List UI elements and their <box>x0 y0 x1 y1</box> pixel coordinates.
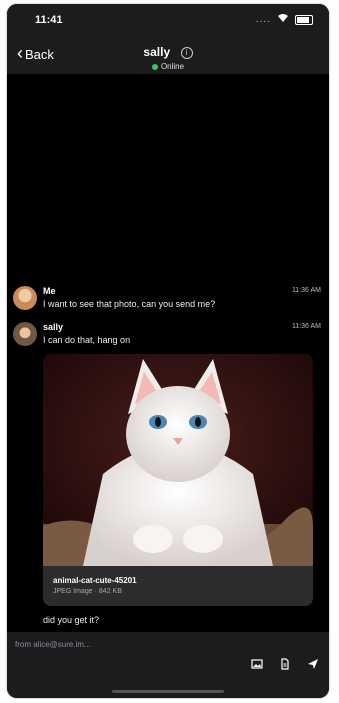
home-indicator <box>112 690 224 693</box>
composer-actions <box>251 658 319 670</box>
avatar <box>13 322 37 346</box>
message-time: 11:36 AM <box>291 323 321 330</box>
status-time: 11:41 <box>35 14 63 26</box>
document-icon[interactable] <box>279 658 291 670</box>
message-text: did you get it? <box>43 615 100 625</box>
avatar <box>13 286 37 310</box>
battery-icon <box>295 14 313 25</box>
wifi-icon <box>277 13 289 26</box>
message-input[interactable]: from alice@sure.im... <box>15 640 91 649</box>
signal-icon: .... <box>255 14 271 25</box>
image-attachment[interactable]: animal-cat-cute-45201 JPEG Image · 842 K… <box>43 354 313 606</box>
message-text: I can do that, hang on <box>43 335 131 345</box>
message-composer: from alice@sure.im... <box>7 632 329 698</box>
status-bar: 11:41 .... <box>7 4 329 36</box>
contact-name: sally <box>143 45 171 59</box>
online-dot-icon <box>151 63 158 70</box>
image-icon[interactable] <box>251 658 263 670</box>
attachment-file-info: JPEG Image · 842 KB <box>53 588 122 595</box>
message-text: I want to see that photo, can you send m… <box>43 299 216 309</box>
phone-screen: 11:41 .... ‹ Back sally i Online Me 11:3… <box>7 4 329 698</box>
status-icons: .... <box>256 13 313 26</box>
send-icon[interactable] <box>307 658 319 670</box>
chat-header: ‹ Back sally i Online <box>7 36 329 74</box>
info-icon[interactable]: i <box>180 47 193 59</box>
cat-photo[interactable] <box>43 354 313 566</box>
attachment-meta: animal-cat-cute-45201 JPEG Image · 842 K… <box>53 576 137 595</box>
message-sender: Me <box>43 286 56 296</box>
presence-status: Online <box>7 62 329 71</box>
message-time: 11:36 AM <box>291 287 321 294</box>
message-sender: sally <box>43 322 64 332</box>
presence-label: Online <box>160 62 185 71</box>
contact-header: sally i Online <box>7 43 329 71</box>
attachment-file-name: animal-cat-cute-45201 <box>53 576 137 585</box>
